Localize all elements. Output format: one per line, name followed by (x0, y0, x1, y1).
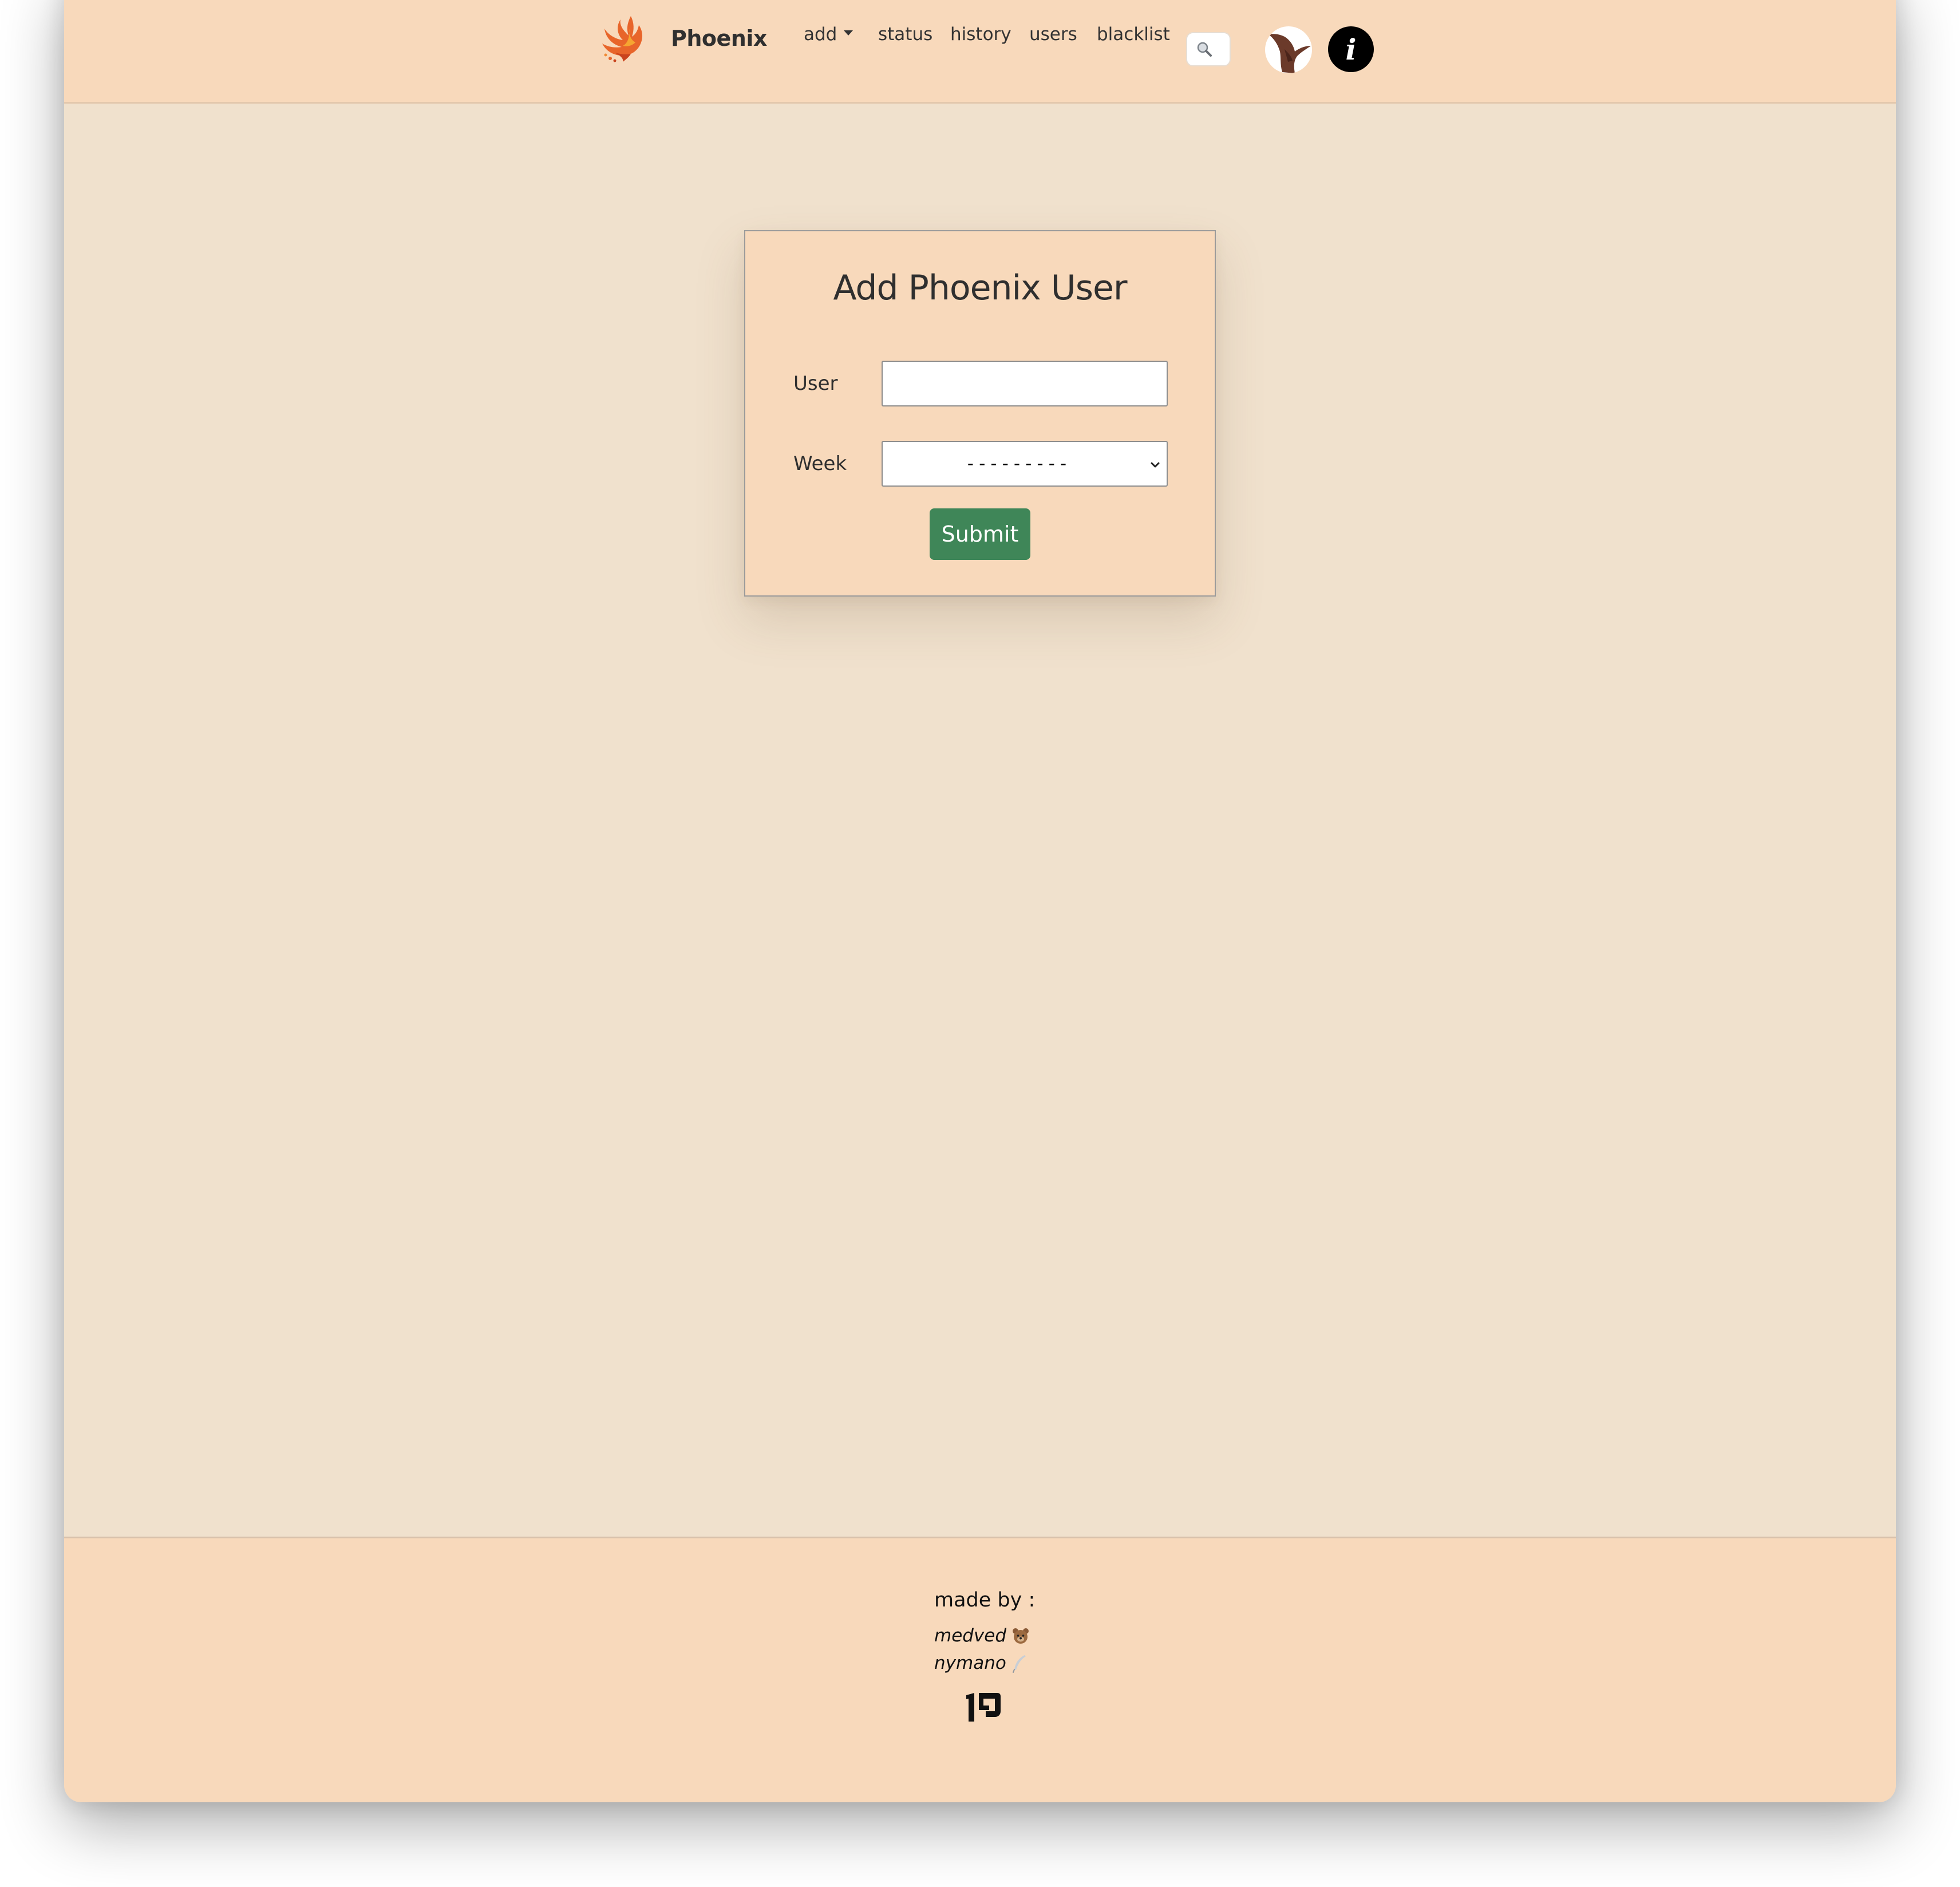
hebrew-letter-logo-icon (966, 1693, 1001, 1722)
info-icon: i (1345, 32, 1357, 66)
nav-blacklist[interactable]: blacklist (1097, 24, 1170, 45)
footer-author-medved: medved (934, 1625, 1030, 1646)
author-name: medved (934, 1625, 1007, 1646)
week-selected-value: --------- (965, 452, 1070, 474)
week-select[interactable]: --------- (882, 441, 1168, 487)
magnifier-icon (1197, 42, 1212, 57)
author-name: nymano (934, 1653, 1006, 1673)
nav-users[interactable]: users (1029, 24, 1077, 45)
chevron-down-icon (1151, 462, 1160, 468)
footer-author-nymano: nymano (934, 1653, 1028, 1673)
brand-name: Phoenix (671, 26, 767, 51)
phoenix-logo-icon (602, 16, 643, 62)
nav-status[interactable]: status (878, 24, 932, 45)
nav-add-label: add (804, 24, 837, 45)
brand[interactable]: Phoenix (598, 13, 767, 64)
info-button[interactable]: i (1328, 26, 1374, 72)
search-button[interactable] (1186, 32, 1231, 66)
user-avatar[interactable] (1265, 26, 1312, 73)
bird-avatar-icon (1269, 34, 1311, 73)
nav-add-dropdown[interactable]: add (804, 24, 853, 45)
footer-heading: made by : (934, 1589, 1036, 1612)
nav-history[interactable]: history (950, 24, 1011, 45)
week-label: Week (793, 452, 847, 475)
feather-quill-icon (1011, 1653, 1028, 1673)
browser-window: Phoenix add status history users blackli… (64, 0, 1896, 1802)
add-user-card: Add Phoenix User User Week --------- Sub… (744, 230, 1216, 597)
footer: made by : medved nymano (64, 1537, 1896, 1802)
navbar: Phoenix add status history users blackli… (64, 0, 1896, 104)
caret-down-icon (844, 30, 853, 35)
submit-button[interactable]: Submit (930, 508, 1030, 560)
form-title: Add Phoenix User (833, 268, 1127, 308)
user-input[interactable] (882, 361, 1168, 406)
user-label: User (793, 372, 838, 395)
bear-face-icon (1011, 1626, 1030, 1645)
